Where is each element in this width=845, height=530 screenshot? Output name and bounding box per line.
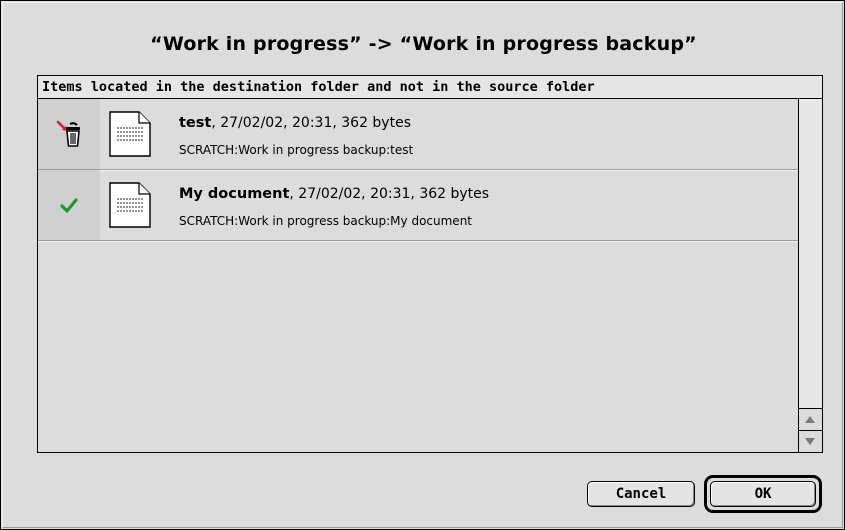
- item-details: , 27/02/02, 20:31, 362 bytes: [289, 186, 490, 202]
- items-panel: Items located in the destination folder …: [37, 75, 823, 453]
- item-path: SCRATCH:Work in progress backup:test: [179, 143, 414, 157]
- scroll-down-arrow[interactable]: [799, 430, 822, 452]
- document-icon: [109, 111, 151, 157]
- scroll-up-arrow[interactable]: [799, 408, 822, 430]
- document-icon: [109, 182, 151, 228]
- trash-can-icon[interactable]: [54, 119, 84, 149]
- item-path: SCRATCH:Work in progress backup:My docum…: [179, 214, 472, 228]
- cancel-button[interactable]: Cancel: [587, 481, 695, 507]
- dialog-title: “Work in progress” -> “Work in progress …: [150, 33, 697, 55]
- item-summary: test, 27/02/02, 20:31, 362 bytes: [179, 115, 411, 131]
- items-list: test, 27/02/02, 20:31, 362 bytes SCRATCH…: [38, 99, 799, 452]
- panel-header: Items located in the destination folder …: [38, 76, 822, 99]
- item-summary: My document, 27/02/02, 20:31, 362 bytes: [179, 186, 489, 202]
- status-cell[interactable]: [38, 99, 100, 169]
- green-checkmark-icon[interactable]: [54, 190, 84, 220]
- sync-dialog: “Work in progress” -> “Work in progress …: [0, 0, 845, 530]
- item-details: , 27/02/02, 20:31, 362 bytes: [211, 115, 411, 131]
- item-name: My document: [179, 186, 290, 202]
- arrow-up-icon: [805, 416, 815, 423]
- arrow-down-icon: [805, 438, 815, 445]
- list-item[interactable]: My document, 27/02/02, 20:31, 362 bytes …: [38, 170, 799, 241]
- item-name: test: [179, 115, 212, 131]
- vertical-scrollbar[interactable]: [798, 99, 822, 452]
- status-cell[interactable]: [38, 170, 100, 240]
- list-item[interactable]: test, 27/02/02, 20:31, 362 bytes SCRATCH…: [38, 99, 799, 170]
- ok-button[interactable]: OK: [710, 481, 816, 507]
